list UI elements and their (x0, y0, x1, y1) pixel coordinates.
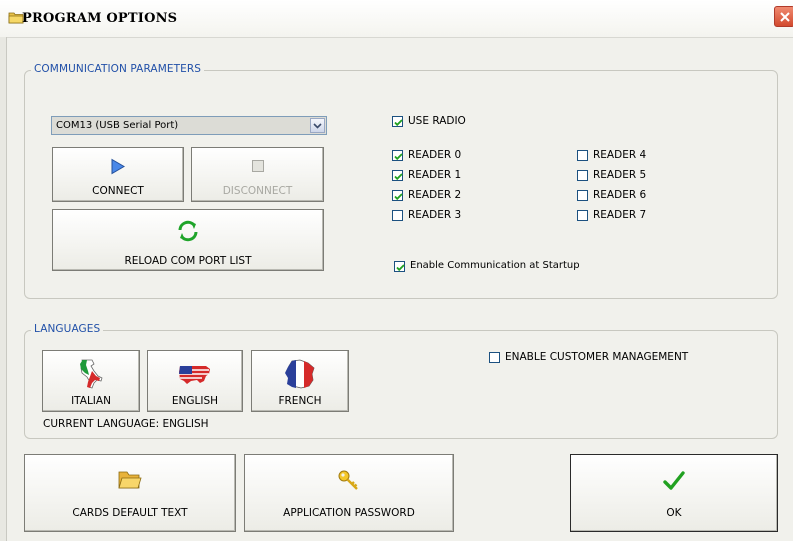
checkbox-box[interactable] (394, 261, 405, 272)
stop-icon (251, 159, 265, 176)
checkmark-icon (394, 173, 403, 181)
italian-label: ITALIAN (71, 395, 111, 407)
checkmark-icon (394, 153, 403, 161)
checkbox-box[interactable] (392, 116, 403, 127)
com-port-value: COM13 (USB Serial Port) (56, 120, 179, 131)
reader-6-label: READER 6 (593, 189, 647, 201)
checkbox-box[interactable] (392, 150, 403, 161)
key-icon (337, 469, 361, 496)
checkbox-box[interactable] (577, 210, 588, 221)
checkbox-box[interactable] (392, 190, 403, 201)
checkmark-icon (663, 471, 685, 494)
communication-parameters-legend: COMMUNICATION PARAMETERS (31, 63, 205, 75)
connect-label: CONNECT (92, 185, 144, 197)
usa-map-icon (178, 362, 212, 389)
reload-com-port-list-button[interactable]: RELOAD COM PORT LIST (52, 209, 324, 271)
reader-5-label: READER 5 (593, 169, 647, 181)
reader-3-label: READER 3 (408, 209, 462, 221)
title-bar[interactable]: PROGRAM OPTIONS (0, 0, 793, 38)
reader-0-label: READER 0 (408, 149, 462, 161)
cards-default-text-button[interactable]: CARDS DEFAULT TEXT (24, 454, 236, 532)
checkbox-box[interactable] (577, 190, 588, 201)
window-title: PROGRAM OPTIONS (22, 11, 178, 26)
application-password-button[interactable]: APPLICATION PASSWORD (244, 454, 454, 532)
languages-legend: LANGUAGES (31, 323, 104, 335)
checkbox-box[interactable] (392, 170, 403, 181)
english-label: ENGLISH (171, 395, 219, 407)
ok-label: OK (666, 507, 682, 519)
use-radio-label: USE RADIO (408, 115, 466, 127)
checkmark-icon (396, 264, 405, 272)
play-icon (110, 158, 126, 178)
close-icon (780, 12, 790, 22)
reader-2-label: READER 2 (408, 189, 462, 201)
checkbox-box[interactable] (392, 210, 403, 221)
enable-customer-management-label: ENABLE CUSTOMER MANAGEMENT (505, 351, 689, 363)
italian-language-button[interactable]: ITALIAN (42, 350, 140, 412)
checkmark-icon (394, 193, 403, 201)
reader-4-label: READER 4 (593, 149, 647, 161)
french-label: FRENCH (278, 395, 322, 407)
checkbox-box[interactable] (489, 352, 500, 363)
checkbox-box[interactable] (577, 150, 588, 161)
window-left-border (0, 37, 7, 541)
enable-communication-startup-label: Enable Communication at Startup (410, 260, 580, 271)
application-password-label: APPLICATION PASSWORD (283, 507, 415, 519)
checkmark-icon (394, 119, 403, 127)
com-port-select[interactable]: COM13 (USB Serial Port) (51, 116, 327, 135)
open-folder-icon (117, 469, 143, 494)
english-language-button[interactable]: ENGLISH (147, 350, 243, 412)
close-button[interactable] (774, 6, 793, 27)
disconnect-button[interactable]: DISCONNECT (191, 147, 324, 202)
ok-button[interactable]: OK (570, 454, 778, 532)
reader-1-label: READER 1 (408, 169, 462, 181)
reader-7-label: READER 7 (593, 209, 647, 221)
disconnect-label: DISCONNECT (222, 185, 293, 197)
chevron-down-icon[interactable] (310, 118, 325, 133)
current-language-label: CURRENT LANGUAGE: ENGLISH (43, 418, 209, 430)
french-language-button[interactable]: FRENCH (251, 350, 349, 412)
program-options-window: PROGRAM OPTIONS COMMUNICATION PARAMETERS… (0, 0, 793, 541)
cards-default-text-label: CARDS DEFAULT TEXT (72, 507, 188, 519)
reload-com-port-list-label: RELOAD COM PORT LIST (124, 255, 252, 267)
refresh-icon (176, 219, 200, 246)
checkbox-box[interactable] (577, 170, 588, 181)
connect-button[interactable]: CONNECT (52, 147, 184, 202)
france-map-icon (284, 358, 316, 393)
italy-map-icon (76, 358, 106, 393)
